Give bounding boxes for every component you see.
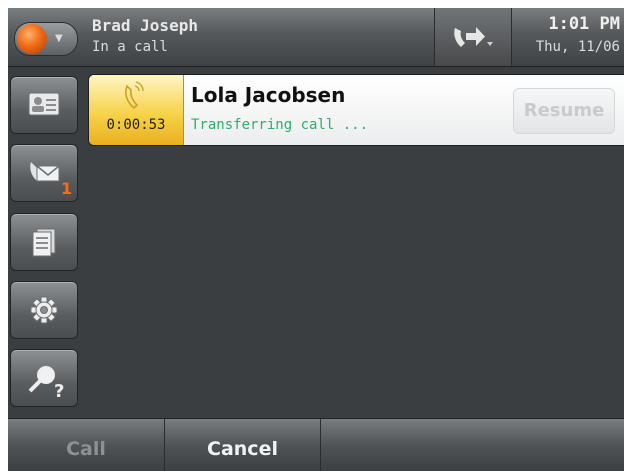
contact-card-icon xyxy=(28,92,60,116)
sidebar-item-messages[interactable]: 1 xyxy=(10,144,78,202)
clock-date: Thu, 11/06 xyxy=(535,39,620,55)
call-state: Transferring call ... xyxy=(191,117,369,133)
active-call-row[interactable]: 0:00:53 Lola Jacobsen Transferring call … xyxy=(88,74,624,146)
call-timer: 0:00:53 xyxy=(106,117,166,133)
empty-softkey xyxy=(321,419,624,471)
resume-button[interactable]: Resume xyxy=(513,88,615,134)
presence-toggle[interactable]: ▼ xyxy=(14,22,78,56)
unread-badge: 1 xyxy=(61,179,73,198)
softkey-bar: Call Cancel xyxy=(8,418,624,471)
help-magnifier-icon: ? xyxy=(28,366,64,399)
contact-name: Lola Jacobsen xyxy=(191,83,346,107)
sidebar-item-settings[interactable] xyxy=(10,281,78,339)
directory-list-icon xyxy=(32,228,56,257)
svg-text:?: ? xyxy=(54,381,64,399)
voicemail-envelope-icon xyxy=(30,162,60,182)
chevron-down-icon: ▼ xyxy=(55,33,63,44)
call-forward-icon xyxy=(454,27,493,47)
gear-icon xyxy=(30,296,58,324)
cancel-softkey[interactable]: Cancel xyxy=(165,419,321,471)
phone-screen: ▼ Brad Joseph In a call 1:01 PM Thu, 11/… xyxy=(8,8,624,471)
call-timer-box: 0:00:53 xyxy=(89,75,184,145)
call-forward-button[interactable] xyxy=(434,8,512,66)
status-bar: ▼ Brad Joseph In a call 1:01 PM Thu, 11/… xyxy=(8,8,624,67)
ringing-handset-icon xyxy=(125,81,144,110)
sidebar-item-directory[interactable] xyxy=(10,213,78,271)
sidebar-item-help[interactable]: ? xyxy=(10,349,78,407)
call-softkey[interactable]: Call xyxy=(8,419,165,471)
user-status: In a call xyxy=(92,39,168,55)
sidebar-item-contacts[interactable] xyxy=(10,76,78,134)
user-name: Brad Joseph xyxy=(92,16,198,35)
clock-time: 1:01 PM xyxy=(548,14,620,34)
presence-indicator-icon xyxy=(17,24,47,54)
